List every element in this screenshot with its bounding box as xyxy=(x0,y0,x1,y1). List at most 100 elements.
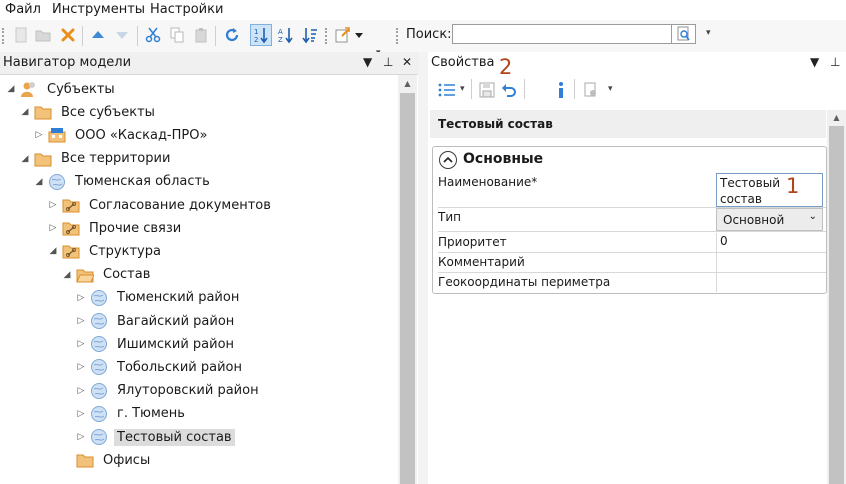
vertical-scrollbar[interactable]: ▲ xyxy=(827,110,846,484)
menu-settings[interactable]: Настройки xyxy=(150,2,223,17)
tree-item[interactable]: ▷ Тестовый состав xyxy=(74,426,235,448)
tree-item[interactable]: ▷ Согласование документов xyxy=(46,194,274,216)
refresh-icon[interactable] xyxy=(221,24,243,46)
delete-icon[interactable] xyxy=(57,24,79,46)
group-title: Основные xyxy=(463,151,544,167)
scrollbar-thumb[interactable] xyxy=(400,93,415,484)
chevron-down-icon[interactable]: ▾ xyxy=(608,84,613,94)
collapse-arrow-icon[interactable]: ◢ xyxy=(18,105,32,119)
save-icon[interactable] xyxy=(476,79,498,101)
svg-text:2: 2 xyxy=(254,36,258,44)
tree-item[interactable]: ◢ Все субъекты xyxy=(18,101,158,123)
tree-item[interactable]: ◢ Субъекты xyxy=(4,78,118,100)
scroll-up-icon[interactable]: ▲ xyxy=(827,110,846,125)
chevron-down-icon[interactable]: ▾ xyxy=(460,84,465,94)
property-value-input[interactable] xyxy=(716,273,823,292)
paste-icon[interactable] xyxy=(190,24,212,46)
list-view-icon[interactable] xyxy=(436,79,458,101)
tree-item[interactable]: ▷ Тюменский район xyxy=(74,287,242,309)
tree-item[interactable]: ▷ Ишимский район xyxy=(74,333,237,355)
pin-icon[interactable]: ⊥ xyxy=(830,55,840,69)
tree-item-label: ООО «Каскад-ПРО» xyxy=(75,127,208,143)
tree-item-label: Офисы xyxy=(103,452,151,468)
export-icon[interactable] xyxy=(331,24,353,46)
move-up-icon[interactable] xyxy=(87,24,109,46)
tree-item[interactable]: ▷ Вагайский район xyxy=(74,310,237,332)
toolbar-grip[interactable] xyxy=(396,28,400,44)
globe-icon xyxy=(90,358,108,376)
vertical-scrollbar[interactable]: ▲ xyxy=(398,75,417,484)
sort-alpha-icon[interactable]: AZ xyxy=(275,24,297,46)
people-icon xyxy=(20,80,38,98)
building-icon xyxy=(48,126,66,144)
tree-item-label: Все территории xyxy=(61,151,171,167)
collapse-arrow-icon[interactable]: ◢ xyxy=(46,244,60,258)
toolbar-grip[interactable] xyxy=(325,28,329,44)
tree-item[interactable]: ◢ Структура xyxy=(46,240,164,262)
collapse-arrow-icon[interactable]: ◢ xyxy=(60,268,74,282)
info-icon[interactable] xyxy=(550,79,572,101)
type-select[interactable]: Основной ⌄ xyxy=(716,208,823,231)
panel-splitter[interactable] xyxy=(418,52,428,484)
tree-item-label: Вагайский район xyxy=(117,313,235,329)
pin-icon[interactable]: ⊥ xyxy=(383,55,393,69)
tree-item-label: Прочие связи xyxy=(89,220,182,236)
tree-item[interactable]: ▷ г. Тюмень xyxy=(74,403,188,425)
search-input[interactable] xyxy=(452,24,672,44)
scroll-up-icon[interactable]: ▲ xyxy=(398,75,417,92)
copy-icon[interactable] xyxy=(166,24,188,46)
collapse-arrow-icon[interactable]: ◢ xyxy=(32,175,46,189)
overflow-icon[interactable]: ▾ xyxy=(706,28,711,38)
document-settings-icon[interactable] xyxy=(580,79,602,101)
property-value-input[interactable]: 0 xyxy=(716,233,823,252)
sort-order-icon[interactable]: 12 xyxy=(250,24,272,46)
toolbar-separator xyxy=(574,79,575,99)
expand-arrow-icon[interactable]: ▷ xyxy=(32,128,46,142)
panel-menu-icon[interactable]: ▼ xyxy=(363,55,372,69)
expand-arrow-icon[interactable]: ▷ xyxy=(74,430,88,444)
collapse-arrow-icon[interactable]: ◢ xyxy=(18,152,32,166)
chevron-down-icon[interactable] xyxy=(353,24,365,46)
open-folder-icon[interactable] xyxy=(32,24,54,46)
collapse-group-button[interactable] xyxy=(439,151,457,169)
close-icon[interactable]: ✕ xyxy=(402,55,412,69)
move-down-icon[interactable] xyxy=(111,24,133,46)
search-icon[interactable] xyxy=(672,24,696,44)
tree-item[interactable]: ▷ Тобольский район xyxy=(74,356,245,378)
tree-item[interactable]: ▷ Ялуторовский район xyxy=(74,380,262,402)
expand-arrow-icon[interactable]: ▷ xyxy=(74,337,88,351)
property-row: Наименование* Тестовый состав xyxy=(438,173,826,208)
tree-item[interactable]: ▷ Прочие связи xyxy=(46,217,184,239)
tree-item-label: Все субъекты xyxy=(61,104,155,120)
tree-item[interactable]: Офисы xyxy=(60,449,153,471)
cut-icon[interactable] xyxy=(142,24,164,46)
expand-arrow-icon[interactable]: ▷ xyxy=(74,291,88,305)
panel-header: Навигатор модели ▼ ⊥ ✕ xyxy=(0,52,418,75)
tree-item[interactable]: ▷ ООО «Каскад-ПРО» xyxy=(32,124,210,146)
tree-item-label: Тестовый состав xyxy=(114,428,235,446)
expand-arrow-icon[interactable]: ▷ xyxy=(46,198,60,212)
collapse-arrow-icon[interactable]: ◢ xyxy=(4,82,18,96)
panel-menu-icon[interactable]: ▼ xyxy=(810,55,819,69)
annotation-marker-2: 2 xyxy=(499,55,513,79)
expand-arrow-icon[interactable]: ▷ xyxy=(74,384,88,398)
expand-arrow-icon[interactable]: ▷ xyxy=(74,314,88,328)
tree-item[interactable]: ◢ Состав xyxy=(60,264,153,286)
sort-desc-icon[interactable] xyxy=(299,24,321,46)
menu-tools[interactable]: Инструменты xyxy=(52,2,145,17)
expand-arrow-icon[interactable]: ▷ xyxy=(74,407,88,421)
toolbar-grip[interactable] xyxy=(2,28,6,44)
folder-link-icon xyxy=(62,242,80,260)
property-value-input[interactable]: Тестовый состав xyxy=(716,173,823,207)
expand-arrow-icon[interactable]: ▷ xyxy=(46,221,60,235)
menu-file[interactable]: Файл xyxy=(5,2,41,17)
undo-icon[interactable] xyxy=(498,79,520,101)
new-icon[interactable] xyxy=(10,24,32,46)
property-name: Приоритет xyxy=(438,235,507,249)
property-value-input[interactable] xyxy=(716,253,823,272)
tree-item[interactable]: ◢ Все территории xyxy=(18,148,173,170)
scrollbar-thumb[interactable] xyxy=(829,126,844,484)
tree-item[interactable]: ◢ Тюменская область xyxy=(32,171,213,193)
search-label: Поиск: xyxy=(406,27,452,42)
expand-arrow-icon[interactable]: ▷ xyxy=(74,360,88,374)
